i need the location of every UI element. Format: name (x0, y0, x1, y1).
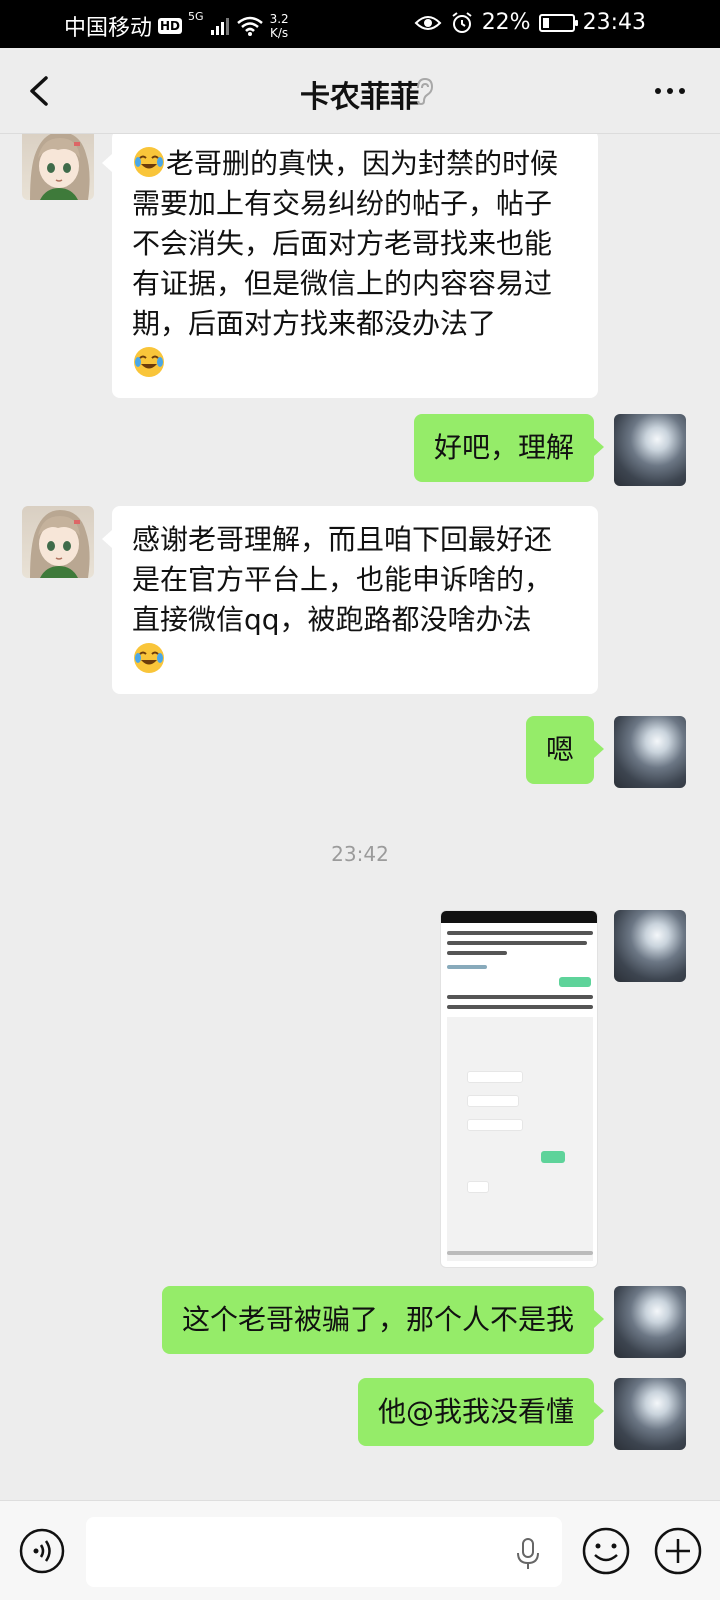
status-right: 22% 23:43 (414, 10, 646, 35)
chat-area[interactable]: 老哥删的真快，因为封禁的时候需要加上有交易纠纷的帖子，帖子不会消失，后面对方老哥… (0, 134, 720, 1500)
speed-value: 3.2 (269, 12, 289, 26)
chat-title: 卡农菲菲 (300, 80, 420, 115)
wifi-icon (236, 16, 263, 36)
thumbnail-text-line (447, 995, 593, 999)
contact-avatar[interactable] (22, 506, 94, 578)
contact-avatar[interactable] (22, 134, 94, 200)
message-bubble-sent[interactable]: 嗯 (525, 716, 605, 784)
timestamp-label: 23:42 (331, 842, 389, 866)
message-text: 嗯 (545, 733, 574, 766)
title-wrap: 卡农菲菲 (0, 72, 720, 116)
message-text: 感谢老哥理解，而且咱下回最好还是在官方平台上，也能申诉啥的，直接微信qq，被跑路… (132, 523, 553, 636)
thumbnail-chat-row (467, 1071, 523, 1083)
microphone-icon (517, 1538, 539, 1569)
laughing-crying-emoji-icon (134, 347, 164, 377)
battery-icon (538, 13, 578, 32)
my-avatar[interactable] (614, 414, 686, 486)
my-avatar[interactable] (614, 716, 686, 788)
message-bubble-sent[interactable]: 好吧，理解 (413, 414, 605, 482)
mic-button[interactable] (514, 1537, 542, 1571)
input-bar (0, 1500, 720, 1600)
message-bubble-received[interactable]: 老哥删的真快，因为封禁的时候需要加上有交易纠纷的帖子，帖子不会消失，后面对方老哥… (102, 134, 598, 398)
voice-wave-icon (19, 1528, 65, 1574)
thumbnail-text-line (447, 1005, 593, 1009)
more-dots-icon (655, 88, 685, 94)
status-left: 中国移动 HD 5G 3.2 K/s (64, 10, 289, 42)
hd-badge: HD (158, 18, 183, 34)
laughing-crying-emoji-icon (134, 643, 164, 673)
network-speed: 3.2 K/s (270, 12, 289, 40)
thumbnail-text-line (447, 941, 587, 945)
message-input[interactable] (86, 1517, 562, 1587)
ear-icon (417, 77, 434, 106)
emoji-button[interactable] (580, 1525, 632, 1577)
network-type: 5G (188, 10, 204, 23)
thumbnail-chat-row (467, 1119, 523, 1131)
my-avatar[interactable] (614, 910, 686, 982)
chat-header: 卡农菲菲 (0, 48, 720, 134)
laughing-crying-emoji-icon (134, 147, 164, 177)
smiley-face-icon (582, 1527, 630, 1575)
voice-toggle-button[interactable] (18, 1527, 66, 1575)
status-clock: 23:43 (582, 10, 646, 35)
message-bubble-sent[interactable]: 这个老哥被骗了，那个人不是我 (161, 1286, 605, 1354)
thumbnail-text-line (447, 965, 487, 969)
my-avatar[interactable] (614, 1286, 686, 1358)
thumbnail-chat-row-green (541, 1151, 565, 1163)
thumbnail-embedded-chat (447, 1017, 593, 1261)
message-bubble-received[interactable]: 感谢老哥理解，而且咱下回最好还是在官方平台上，也能申诉啥的，直接微信qq，被跑路… (102, 506, 598, 694)
thumbnail-follow-button (559, 977, 591, 987)
image-message-thumbnail[interactable] (440, 910, 598, 1268)
alarm-icon (452, 11, 472, 33)
anime-girl-avatar-icon (30, 134, 90, 200)
my-avatar[interactable] (614, 1378, 686, 1450)
battery-percent: 22% (481, 10, 531, 35)
eye-icon (414, 15, 442, 30)
signal-icon (210, 18, 229, 35)
more-actions-button[interactable] (652, 1525, 704, 1577)
thumbnail-text-line (447, 1251, 593, 1255)
anime-girl-avatar-icon (30, 510, 90, 578)
thumbnail-status-bar (441, 911, 597, 923)
message-text: 老哥删的真快，因为封禁的时候需要加上有交易纠纷的帖子，帖子不会消失，后面对方老哥… (132, 147, 559, 340)
thumbnail-chat-row (467, 1181, 489, 1193)
thumbnail-text-line (447, 931, 593, 935)
speed-unit: K/s (270, 26, 289, 40)
carrier-name: 中国移动 (64, 16, 153, 41)
battery-fill (542, 17, 549, 28)
message-text: 好吧，理解 (433, 431, 574, 464)
message-bubble-sent[interactable]: 他@我我没看懂 (357, 1378, 605, 1446)
thumbnail-chat-row (467, 1095, 519, 1107)
more-button[interactable] (648, 74, 692, 108)
thumbnail-text-line (447, 951, 507, 955)
message-text: 他@我我没看懂 (377, 1395, 574, 1428)
status-bar: 中国移动 HD 5G 3.2 K/s 22% 23:43 (0, 0, 720, 48)
message-text: 这个老哥被骗了，那个人不是我 (181, 1303, 574, 1336)
plus-circle-icon (654, 1527, 702, 1575)
